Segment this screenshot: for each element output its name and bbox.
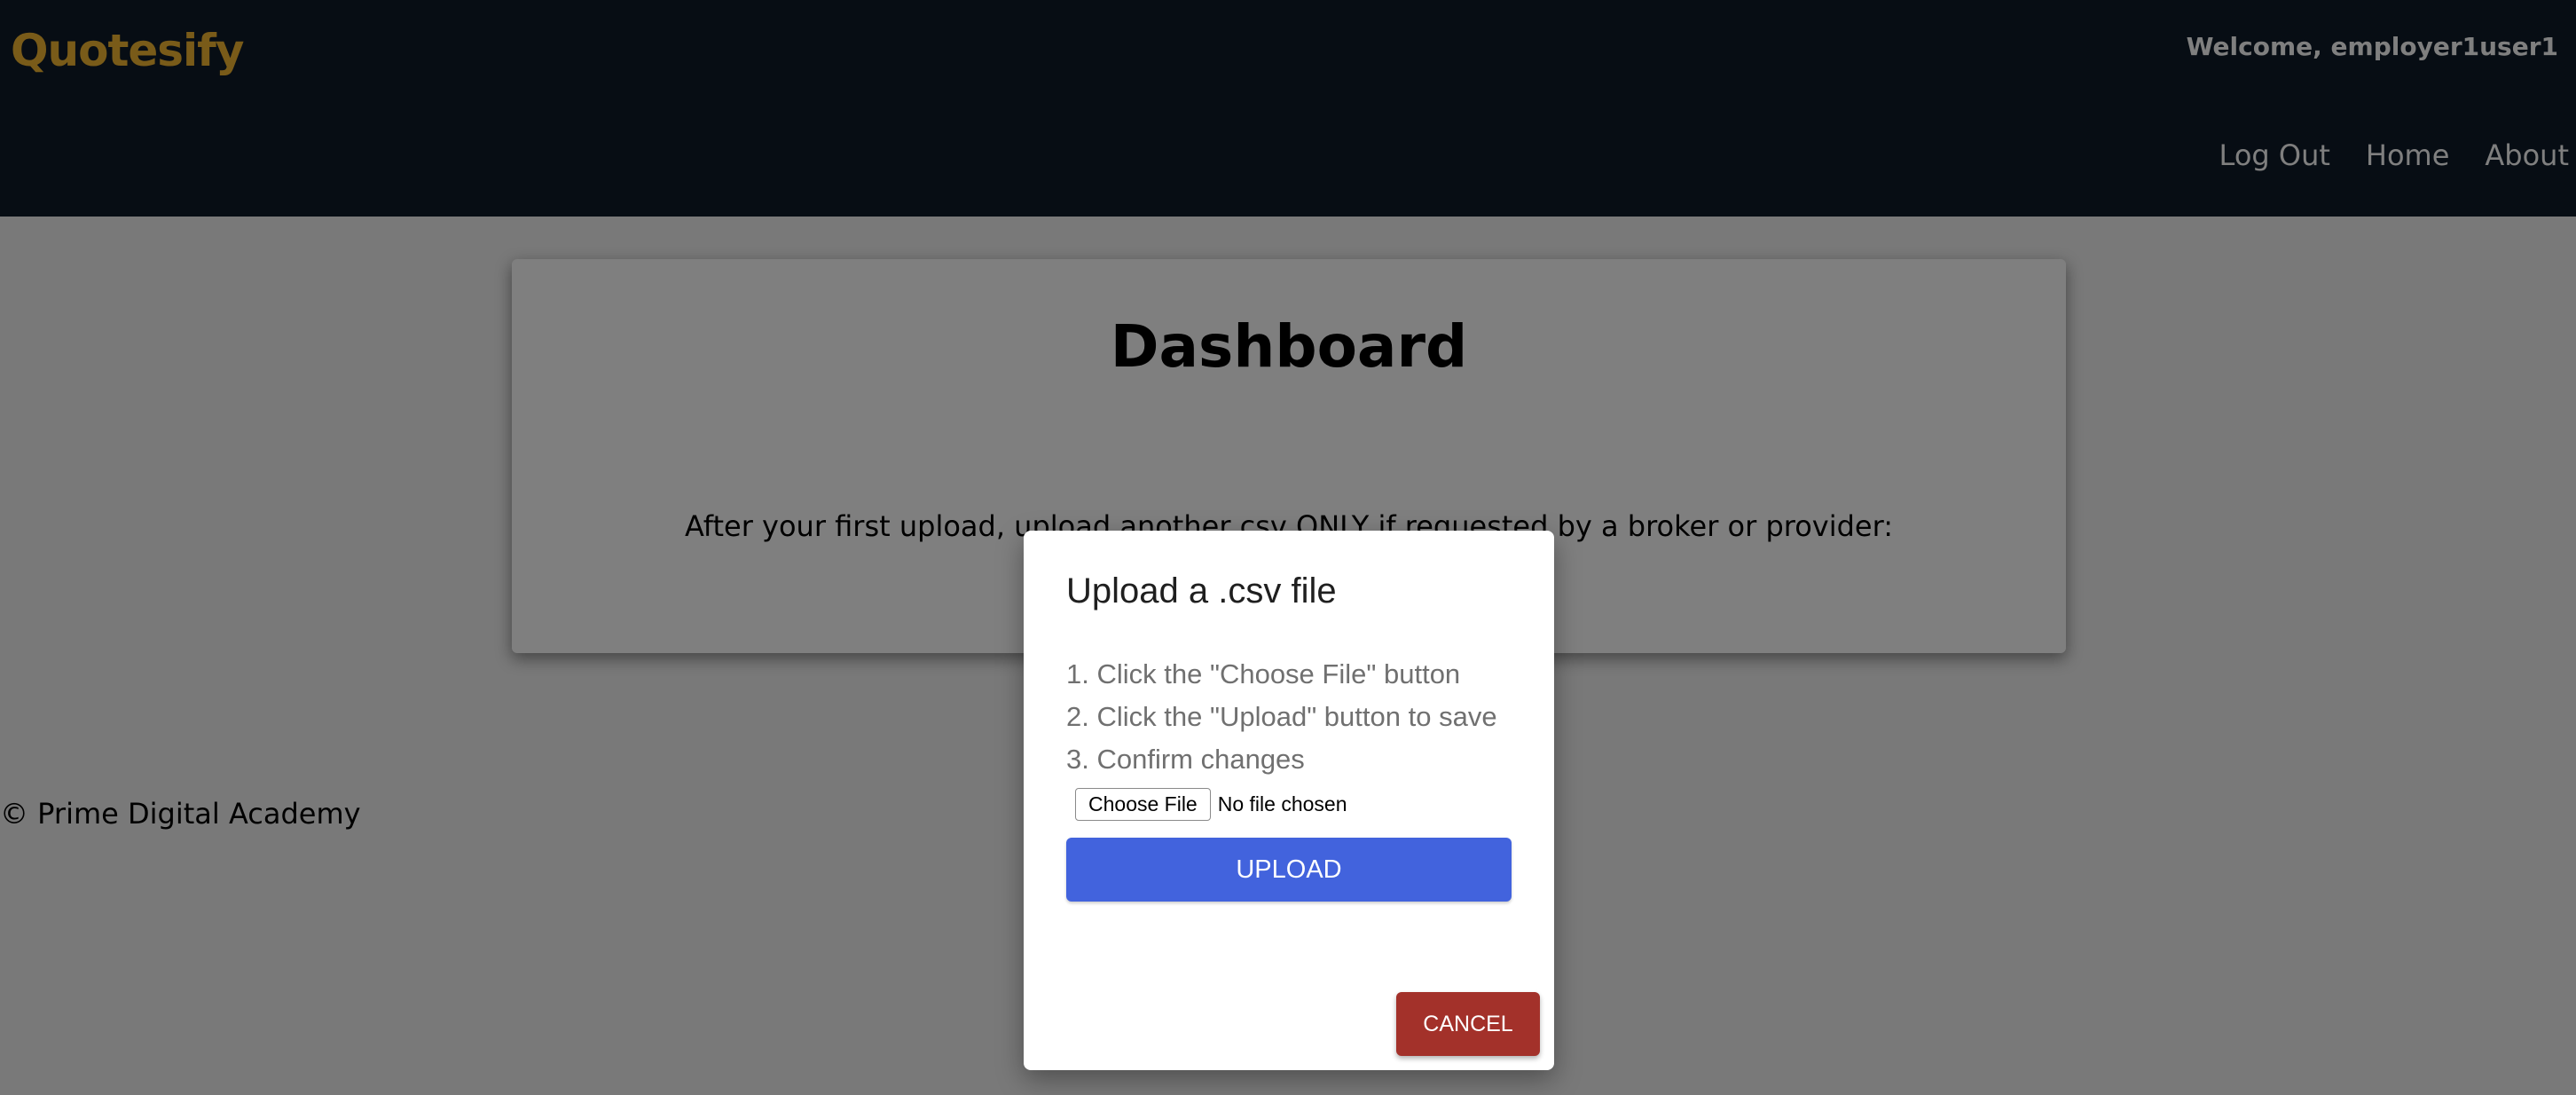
- cancel-button[interactable]: Cancel: [1396, 992, 1540, 1056]
- file-status-text: No file chosen: [1217, 792, 1347, 815]
- dialog-title: Upload a .csv file: [1066, 571, 1337, 611]
- upload-steps-list: 1. Click the "Choose File" button 2. Cli…: [1066, 653, 1497, 781]
- upload-csv-dialog: Upload a .csv file 1. Click the "Choose …: [1024, 531, 1554, 1070]
- upload-step: 1. Click the "Choose File" button: [1066, 658, 1461, 689]
- upload-button[interactable]: Upload: [1066, 838, 1512, 902]
- file-input: Choose File No file chosen: [1075, 788, 1347, 821]
- upload-step: 2. Click the "Upload" button to save: [1066, 701, 1497, 732]
- choose-file-button[interactable]: Choose File: [1075, 788, 1211, 821]
- upload-step: 3. Confirm changes: [1066, 744, 1305, 775]
